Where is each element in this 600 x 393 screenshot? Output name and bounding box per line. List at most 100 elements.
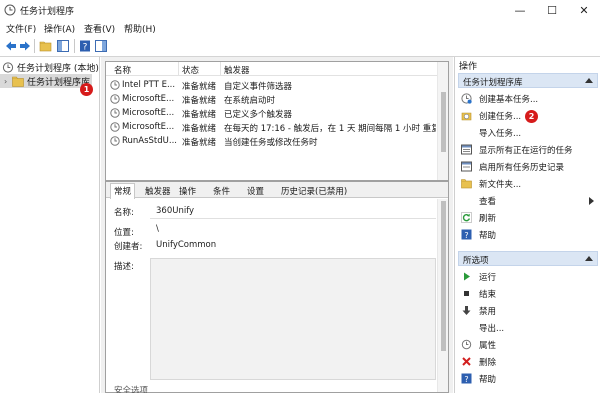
svg-text:?: ? [464,231,468,240]
table-row[interactable]: RunAsStdU... 准备就绪 当创建任务或修改任务时 [106,134,436,148]
task-trigger: 当创建任务或修改任务时 [224,138,318,148]
up-folder-button[interactable] [38,39,52,53]
scrollbar-thumb[interactable] [441,201,446,351]
table-row[interactable]: Intel PTT E... 准备就绪 自定义事件筛选器 [106,78,436,92]
task-trigger: 自定义事件筛选器 [224,82,293,92]
svg-text:?: ? [83,43,88,53]
window-title: 任务计划程序 [20,7,75,17]
menu-view[interactable]: 查看(V) [84,22,115,35]
action-import-task[interactable]: 导入任务... [458,125,598,140]
action-new-folder[interactable]: 新文件夹... [458,176,598,191]
action-help[interactable]: ? 帮助 [458,227,598,242]
tab-conditions[interactable]: 条件 [210,184,233,198]
tab-actions[interactable]: 操作 [176,184,199,198]
action-end[interactable]: 结束 [458,286,598,301]
action-label: 显示所有正在运行的任务 [479,146,573,156]
clock-icon [2,61,14,73]
location-label: 位置: [114,228,134,238]
action-properties[interactable]: 属性 [458,337,598,352]
action-label: 帮助 [479,231,497,241]
table-row[interactable]: MicrosoftE... 准备就绪 已定义多个触发器 [106,106,436,120]
task-list-header: 名称 状态 触发器 [106,62,448,76]
svg-text:?: ? [464,375,468,384]
help-button[interactable]: ? [78,39,92,53]
task-list-scrollbar[interactable] [437,62,448,180]
chevron-right-icon: › [4,76,8,86]
description-label: 描述: [114,262,134,272]
task-name: MicrosoftE... [122,108,175,118]
minimize-button[interactable]: — [504,0,536,20]
action-run[interactable]: 运行 [458,269,598,284]
action-label: 刷新 [479,214,497,224]
task-clock-icon [110,80,120,90]
action-label: 删除 [479,358,497,368]
action-label: 启用所有任务历史记录 [479,163,565,173]
action-delete[interactable]: 删除 [458,354,598,369]
tab-general[interactable]: 常规 [110,183,136,199]
action-label: 导出... [479,324,505,334]
menu-file[interactable]: 文件(F) [6,22,36,35]
task-list: 名称 状态 触发器 Intel PTT E... 准备就绪 自定义事件筛选器 M… [105,61,449,181]
description-field[interactable] [150,258,436,380]
name-value[interactable]: 360Unify [156,206,194,216]
menu-help[interactable]: 帮助(H) [124,22,156,35]
run-icon [464,272,470,281]
navigation-tree: 任务计划程序 (本地) › 任务计划程序库 1 [0,57,100,393]
menu-action[interactable]: 操作(A) [44,22,75,35]
detail-tabs: 常规 触发器 操作 条件 设置 历史记录(已禁用) [106,182,448,199]
author-label: 创建者: [114,242,143,252]
action-disable[interactable]: 禁用 [458,303,598,318]
back-button[interactable] [4,39,18,53]
show-hide-tree-button[interactable] [56,39,70,53]
table-row[interactable]: MicrosoftE... 准备就绪 在系统启动时 [106,92,436,106]
toolbar-separator [34,39,35,53]
actions-section-library[interactable]: 任务计划程序库 [458,73,598,88]
create-task-icon [461,112,472,121]
forward-button[interactable] [18,39,32,53]
column-status[interactable]: 状态 [182,64,199,76]
properties-icon [461,339,472,350]
maximize-button[interactable]: ☐ [536,0,568,20]
section-library-label: 任务计划程序库 [463,78,523,88]
folder-icon [461,179,472,189]
task-clock-icon [110,136,120,146]
task-name: MicrosoftE... [122,122,175,132]
action-refresh[interactable]: 刷新 [458,210,598,225]
scrollbar-thumb[interactable] [441,92,446,152]
task-name: Intel PTT E... [122,80,176,90]
collapse-caret-icon [585,78,593,83]
action-label: 导入任务... [479,129,522,139]
tab-history[interactable]: 历史记录(已禁用) [278,184,350,198]
column-name[interactable]: 名称 [114,64,131,76]
action-enable-history[interactable]: 启用所有任务历史记录 [458,159,598,174]
author-value: UnifyCommon [156,240,217,250]
actions-section-selected[interactable]: 所选项 [458,251,598,266]
title-bar: 任务计划程序 — ☐ ✕ [0,0,600,20]
column-trigger[interactable]: 触发器 [224,64,250,76]
refresh-icon [461,212,472,223]
action-label: 结束 [479,290,497,300]
action-show-running[interactable]: 显示所有正在运行的任务 [458,142,598,157]
tree-item-library[interactable]: › 任务计划程序库 [0,74,92,88]
tab-triggers[interactable]: 触发器 [142,184,174,198]
action-label: 创建基本任务... [479,95,539,105]
help-icon: ? [461,229,472,240]
table-row[interactable]: MicrosoftE... 准备就绪 在每天的 17:16 - 触发后，在 1 … [106,120,436,134]
minimize-icon: — [514,3,526,17]
show-action-pane-button[interactable] [94,39,108,53]
task-status: 准备就绪 [182,124,217,134]
detail-scrollbar[interactable] [437,199,448,392]
action-view[interactable]: 查看 [458,193,598,208]
tree-panel-icon [57,40,69,52]
column-divider[interactable] [178,62,179,76]
tab-settings[interactable]: 设置 [244,184,267,198]
task-clock-icon [110,122,120,132]
action-export[interactable]: 导出... [458,320,598,335]
tree-root[interactable]: 任务计划程序 (本地) [2,60,99,74]
close-button[interactable]: ✕ [568,0,600,20]
action-help-selected[interactable]: ? 帮助 [458,371,598,386]
column-divider[interactable] [220,62,221,76]
action-create-basic-task[interactable]: 创建基本任务... [458,91,598,106]
create-basic-task-icon [461,93,472,104]
disable-icon [462,306,471,315]
